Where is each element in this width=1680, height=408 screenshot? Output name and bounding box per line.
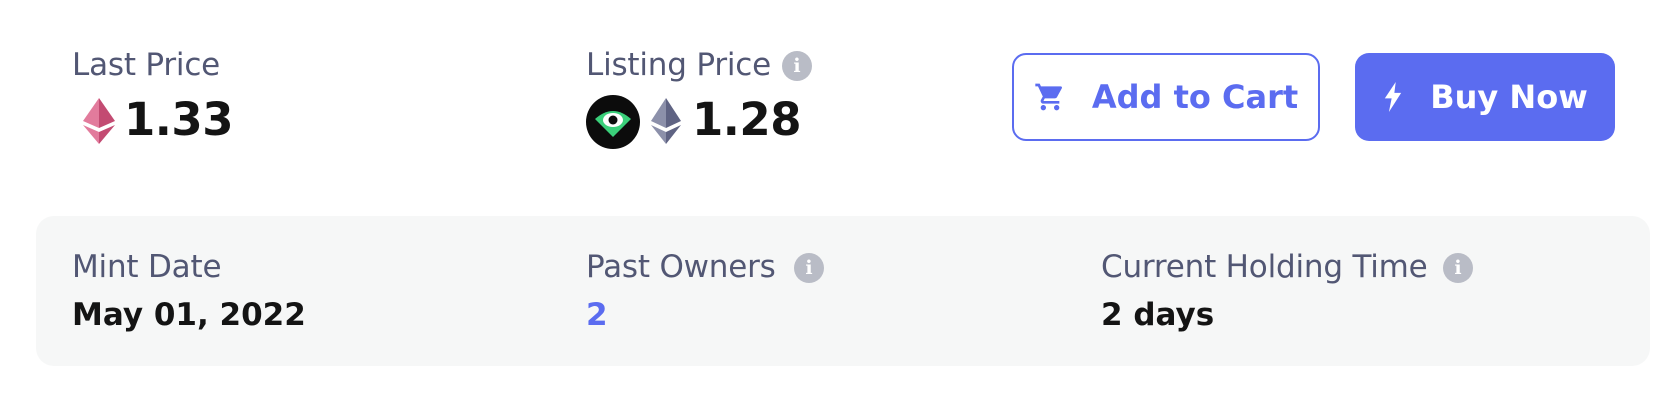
listing-price-info-icon[interactable]: i xyxy=(782,51,812,81)
eth-icon xyxy=(651,98,681,148)
buy-now-button[interactable]: Buy Now xyxy=(1355,53,1615,141)
past-owners-info-icon[interactable]: i xyxy=(794,253,824,283)
eye-icon xyxy=(586,95,640,153)
past-owners-value[interactable]: 2 xyxy=(586,300,608,331)
mint-date-label: Mint Date xyxy=(72,249,222,285)
cart-icon xyxy=(1034,81,1066,113)
holding-time-label: Current Holding Time xyxy=(1101,249,1428,285)
listing-price-value: 1.28 xyxy=(692,93,802,146)
mint-date-value: May 01, 2022 xyxy=(72,297,306,333)
holding-time-info-icon[interactable]: i xyxy=(1443,253,1473,283)
lightning-icon xyxy=(1382,82,1404,112)
holding-time-value: 2 days xyxy=(1101,297,1215,333)
past-owners-label: Past Owners xyxy=(586,249,776,285)
listing-price-label: Listing Price xyxy=(586,47,772,83)
buy-now-label: Buy Now xyxy=(1430,78,1588,116)
last-price-label: Last Price xyxy=(72,47,221,83)
last-price-value: 1.33 xyxy=(124,93,234,146)
eth-icon xyxy=(83,98,115,148)
add-to-cart-button[interactable]: Add to Cart xyxy=(1012,53,1320,141)
stats-panel: Mint Date May 01, 2022 Past Owners i 2 C… xyxy=(36,216,1650,366)
add-to-cart-label: Add to Cart xyxy=(1091,78,1299,116)
